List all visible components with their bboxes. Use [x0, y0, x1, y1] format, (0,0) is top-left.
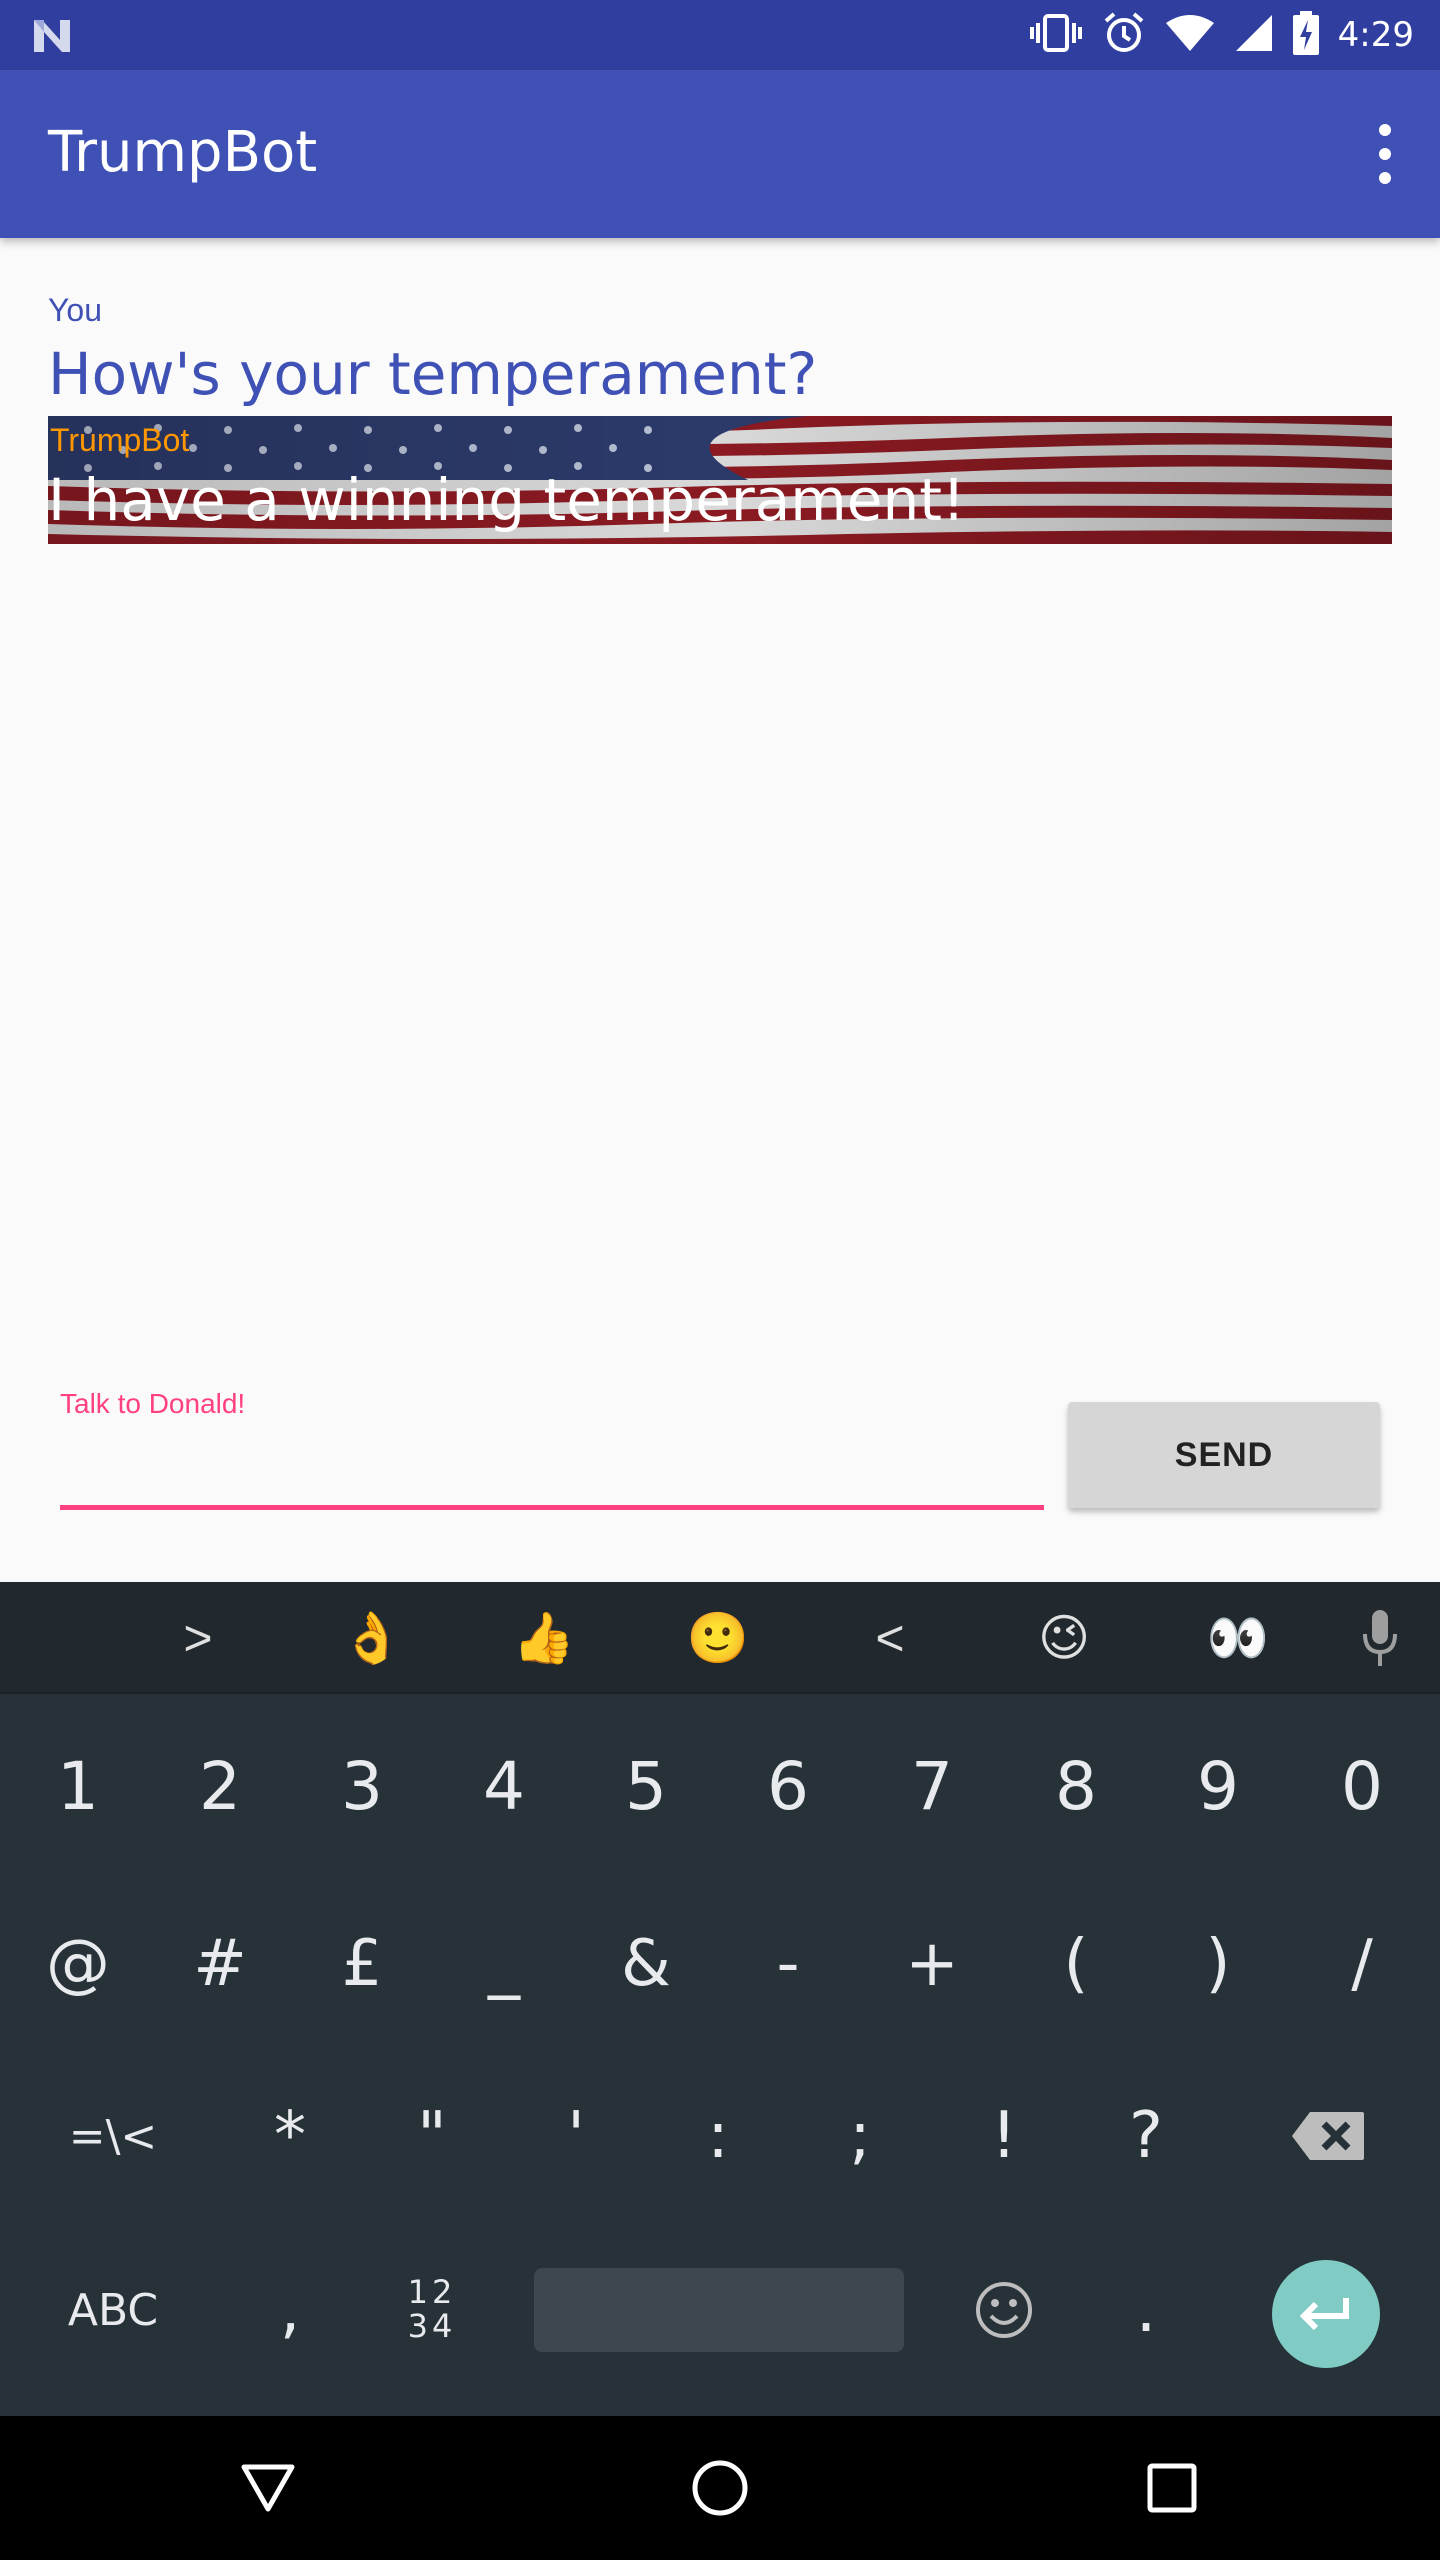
- key-question[interactable]: ?: [1076, 2066, 1216, 2206]
- key-slash[interactable]: /: [1292, 1894, 1432, 2034]
- key-underscore[interactable]: _: [434, 1894, 574, 2034]
- key-period[interactable]: .: [1076, 2240, 1216, 2380]
- key-single-quote[interactable]: ': [506, 2066, 646, 2206]
- key-open-paren[interactable]: (: [1006, 1894, 1146, 2034]
- signal-icon: [1234, 13, 1274, 58]
- enter-icon[interactable]: [1272, 2260, 1380, 2368]
- keyboard: > 👌 👍 🙂 < 😉 👀 1 2 3 4 5 6 7 8 9 0 @ # £ …: [0, 1582, 1440, 2416]
- microphone-icon[interactable]: [1322, 1582, 1438, 1694]
- n-logo-icon: [30, 16, 74, 61]
- message-text-you: How's your temperament?: [48, 340, 818, 408]
- key-more-symbols[interactable]: =\<: [40, 2066, 186, 2206]
- message-text-bot: I have a winning temperament!: [48, 466, 966, 534]
- suggestion-item[interactable]: 👍: [484, 1582, 604, 1694]
- key-numpad[interactable]: 12 34: [362, 2240, 502, 2380]
- bot-message-bubble: TrumpBot I have a winning temperament!: [48, 416, 1392, 544]
- alarm-icon: [1102, 11, 1146, 60]
- message-input-label: Talk to Donald!: [60, 1388, 246, 1419]
- recents-icon[interactable]: [1100, 2416, 1244, 2560]
- key-2[interactable]: 2: [150, 1716, 290, 1856]
- key-exclamation[interactable]: !: [934, 2066, 1074, 2206]
- suggestion-item[interactable]: 😉: [1004, 1582, 1124, 1694]
- key-6[interactable]: 6: [718, 1716, 858, 1856]
- status-time: 4:29: [1337, 15, 1414, 55]
- navigation-bar: [0, 2416, 1440, 2560]
- key-close-paren[interactable]: ): [1148, 1894, 1288, 2034]
- key-comma[interactable]: ,: [220, 2240, 360, 2380]
- key-minus[interactable]: -: [718, 1894, 858, 2034]
- suggestion-item[interactable]: >: [138, 1582, 258, 1694]
- message-input[interactable]: [60, 1430, 1044, 1510]
- key-4[interactable]: 4: [434, 1716, 574, 1856]
- backspace-icon[interactable]: [1258, 2066, 1398, 2206]
- key-colon[interactable]: :: [648, 2066, 788, 2206]
- key-abc[interactable]: ABC: [40, 2240, 186, 2380]
- app-bar: TrumpBot: [0, 70, 1440, 238]
- back-icon[interactable]: [196, 2416, 340, 2560]
- emoji-icon[interactable]: [934, 2240, 1074, 2380]
- status-bar: 4:29: [0, 0, 1440, 70]
- key-8[interactable]: 8: [1006, 1716, 1146, 1856]
- numpad-bottom-label: 34: [407, 2307, 457, 2345]
- wifi-icon: [1164, 13, 1216, 58]
- key-asterisk[interactable]: *: [220, 2066, 360, 2206]
- battery-charging-icon: [1292, 10, 1320, 60]
- home-icon[interactable]: [648, 2416, 792, 2560]
- send-button[interactable]: SEND: [1068, 1402, 1380, 1508]
- overflow-menu-icon[interactable]: [1370, 124, 1400, 184]
- key-semicolon[interactable]: ;: [790, 2066, 930, 2206]
- key-hash[interactable]: #: [150, 1894, 290, 2034]
- status-icons: 4:29: [1028, 0, 1414, 70]
- message-sender-you: You: [48, 292, 102, 328]
- vibrate-icon: [1028, 13, 1084, 58]
- key-pound[interactable]: £: [292, 1894, 432, 2034]
- key-3[interactable]: 3: [292, 1716, 432, 1856]
- suggestion-item[interactable]: 👀: [1178, 1582, 1298, 1694]
- suggestion-item[interactable]: <: [830, 1582, 950, 1694]
- suggestion-item[interactable]: 👌: [312, 1582, 432, 1694]
- suggestion-item[interactable]: 🙂: [658, 1582, 778, 1694]
- message-sender-bot: TrumpBot: [50, 422, 190, 458]
- space-bar[interactable]: [534, 2268, 904, 2352]
- key-5[interactable]: 5: [576, 1716, 716, 1856]
- key-9[interactable]: 9: [1148, 1716, 1288, 1856]
- key-double-quote[interactable]: ": [362, 2066, 502, 2206]
- numpad-top-label: 12: [407, 2273, 457, 2312]
- suggestion-strip: > 👌 👍 🙂 < 😉 👀: [0, 1582, 1440, 1694]
- key-0[interactable]: 0: [1292, 1716, 1432, 1856]
- key-plus[interactable]: +: [862, 1894, 1002, 2034]
- key-at[interactable]: @: [8, 1894, 148, 2034]
- key-7[interactable]: 7: [862, 1716, 1002, 1856]
- app-title: TrumpBot: [48, 120, 318, 185]
- key-ampersand[interactable]: &: [576, 1894, 716, 2034]
- key-1[interactable]: 1: [8, 1716, 148, 1856]
